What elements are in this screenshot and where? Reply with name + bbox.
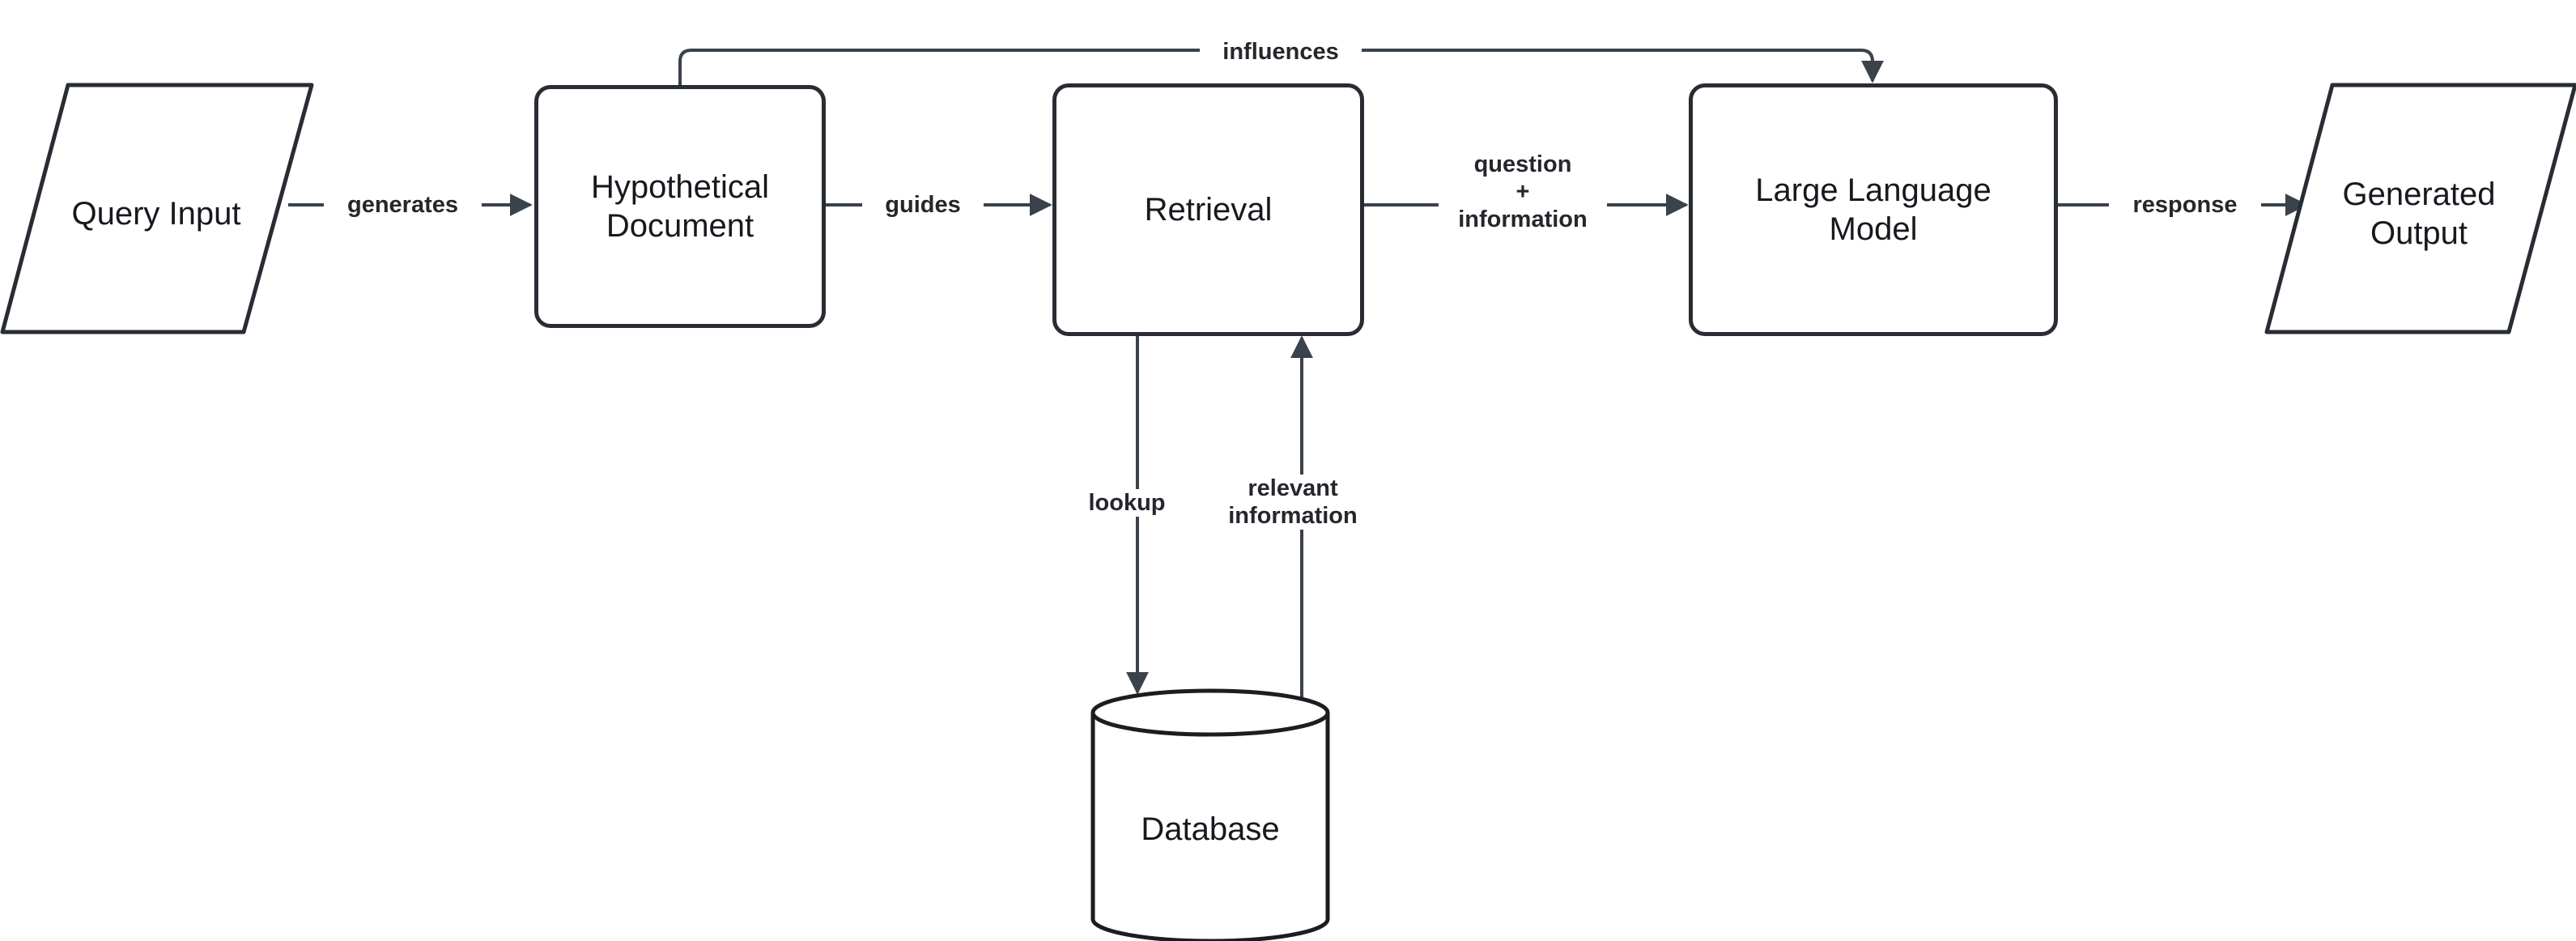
- parallelogram-shape-generated-output: [2264, 83, 2576, 334]
- node-database[interactable]: Database: [1085, 684, 1336, 941]
- edge-label-generates: generates: [324, 191, 482, 219]
- node-hypothetical-document[interactable]: Hypothetical Document: [534, 85, 826, 328]
- node-query-input[interactable]: Query Input: [0, 81, 316, 340]
- node-large-language-model[interactable]: Large Language Model: [1689, 83, 2058, 336]
- parallelogram-shape-query-input: [0, 83, 314, 334]
- node-label-large-language-model: Large Language Model: [1755, 172, 1992, 247]
- edge-label-response: response: [2109, 191, 2261, 219]
- node-label-hypothetical-document: Hypothetical Document: [590, 169, 770, 244]
- edge-label-relevant-information: relevant information: [1200, 475, 1386, 530]
- edge-label-influences: influences: [1200, 38, 1362, 66]
- node-generated-output[interactable]: Generated Output: [2263, 81, 2576, 340]
- node-label-retrieval: Retrieval: [1144, 192, 1273, 228]
- cylinder-shape-database: [1090, 688, 1330, 941]
- diagram-canvas: Query Input Hypothetical Document Retrie…: [0, 0, 2576, 941]
- edge-label-question-information: question + information: [1439, 151, 1607, 233]
- edge-label-guides: guides: [862, 191, 984, 219]
- edge-label-lookup: lookup: [1062, 489, 1192, 517]
- node-retrieval[interactable]: Retrieval: [1052, 83, 1364, 336]
